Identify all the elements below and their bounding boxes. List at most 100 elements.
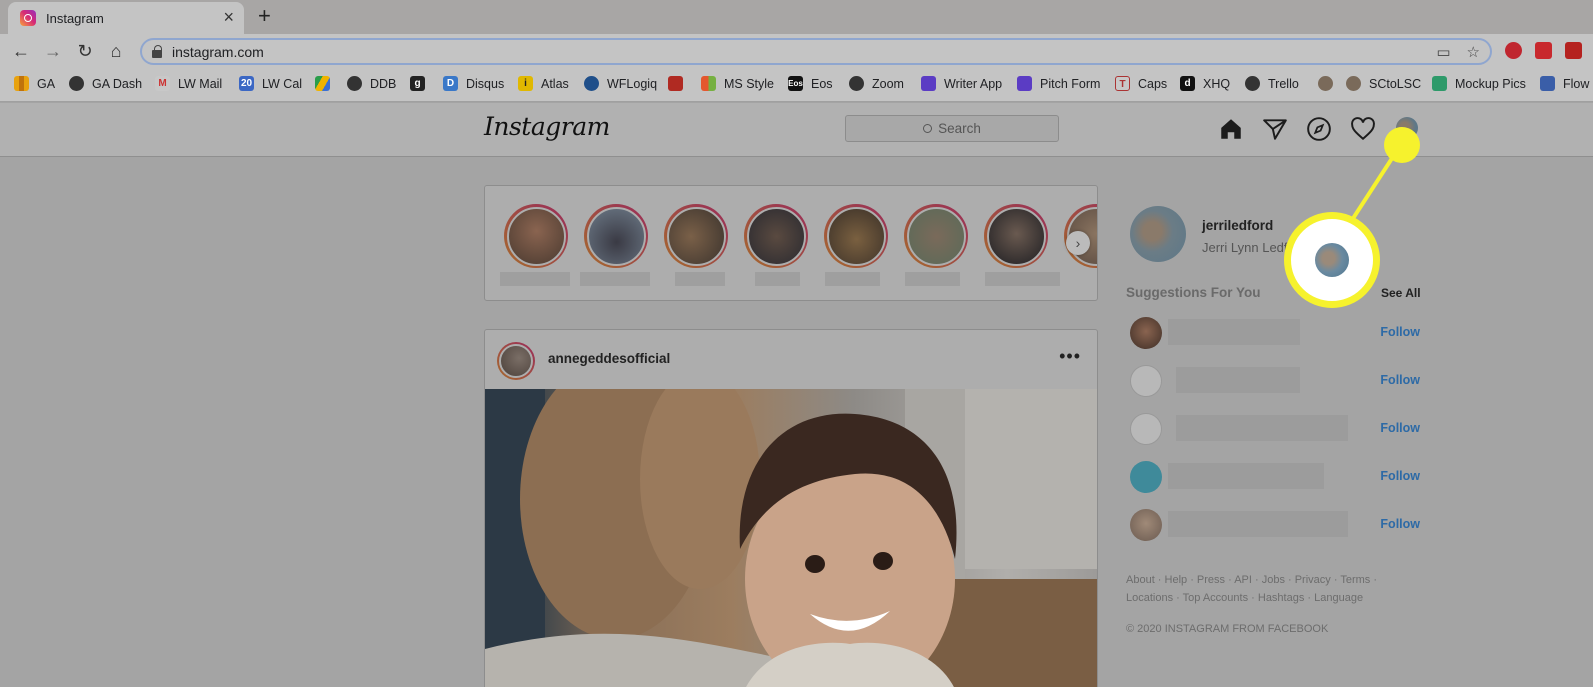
form-icon <box>1017 76 1032 91</box>
microsoft-icon <box>701 76 716 91</box>
footer-copyright: © 2020 INSTAGRAM FROM FACEBOOK <box>1126 623 1329 635</box>
tab-instagram[interactable]: Instagram × <box>8 2 244 34</box>
globe-icon <box>1245 76 1260 91</box>
story-avatar[interactable] <box>984 204 1048 268</box>
bookmark-lw-mail[interactable]: M LW Mail <box>155 76 222 91</box>
story-name-redacted <box>580 272 650 286</box>
bookmark-zoom[interactable]: Zoom <box>849 76 904 91</box>
address-bar[interactable]: instagram.com ▭ ☆ <box>140 38 1492 65</box>
url-text[interactable]: instagram.com <box>172 44 264 60</box>
bookmark-ddb[interactable]: DDB <box>347 76 396 91</box>
bookmark-xhq[interactable]: d XHQ <box>1180 76 1230 91</box>
story-avatar[interactable] <box>824 204 888 268</box>
story-avatar[interactable] <box>504 204 568 268</box>
follow-button[interactable]: Follow <box>1380 421 1420 435</box>
story-name-redacted <box>675 272 725 286</box>
pdf-icon <box>668 76 683 91</box>
bookmark-wflogiq[interactable]: WFLogiq <box>584 76 657 91</box>
calendar-icon: 20 <box>239 76 254 91</box>
current-username[interactable]: jerriledford <box>1202 218 1273 233</box>
bookmark-ga-dash[interactable]: GA Dash <box>69 76 142 91</box>
analytics-icon <box>14 76 29 91</box>
gmail-icon: M <box>155 76 170 91</box>
new-tab-icon[interactable]: + <box>258 3 271 29</box>
bookmark-atlas[interactable]: i Atlas <box>518 76 569 91</box>
bookmark-star-icon[interactable]: ☆ <box>1467 43 1480 61</box>
callout-magnifier <box>1284 212 1380 308</box>
bookmark-eos[interactable]: Eos Eos <box>788 76 833 91</box>
footer-links[interactable]: About · Help · Press · API · Jobs · Priv… <box>1126 571 1426 607</box>
flipboard-extension-icon[interactable] <box>1535 42 1552 59</box>
follow-button[interactable]: Follow <box>1380 517 1420 531</box>
story-name-redacted <box>500 272 570 286</box>
drive-icon <box>315 76 330 91</box>
follow-button[interactable]: Follow <box>1380 373 1420 387</box>
caps-icon: T <box>1115 76 1130 91</box>
tab-title: Instagram <box>46 10 104 26</box>
suggestion-row: Follow <box>1130 317 1420 351</box>
bookmark-pitch-form[interactable]: Pitch Form <box>1017 76 1100 91</box>
reload-icon[interactable]: ↻ <box>74 40 96 62</box>
bookmark-ga[interactable]: GA <box>14 76 55 91</box>
bookmark-trello[interactable]: Trello <box>1245 76 1299 91</box>
wflogiq-icon <box>584 76 599 91</box>
disqus-icon: D <box>443 76 458 91</box>
forward-arrow-icon[interactable]: → <box>42 40 64 62</box>
suggestion-name-redacted <box>1168 511 1348 537</box>
atlas-icon: i <box>518 76 533 91</box>
story-name-redacted <box>825 272 880 286</box>
bookmark-avatar[interactable] <box>1318 76 1341 91</box>
bookmark-writer-app[interactable]: Writer App <box>921 76 1002 91</box>
story-avatar[interactable] <box>664 204 728 268</box>
stories-tray: › <box>484 185 1098 301</box>
close-tab-icon[interactable]: × <box>223 8 234 26</box>
g-icon: g <box>410 76 425 91</box>
story-avatar[interactable] <box>584 204 648 268</box>
home-icon[interactable] <box>1218 116 1244 142</box>
bookmark-mockup-pics[interactable]: Mockup Pics <box>1432 76 1526 91</box>
post-username[interactable]: annegeddesofficial <box>548 351 670 366</box>
post-author-avatar[interactable] <box>497 342 535 380</box>
suggestion-name-redacted <box>1168 463 1324 489</box>
suggestion-avatar[interactable] <box>1130 413 1162 445</box>
pinterest-extension-icon[interactable] <box>1505 42 1522 59</box>
bookmark-ms-style[interactable]: MS Style <box>701 76 774 91</box>
search-input[interactable]: Search <box>845 115 1059 142</box>
bookmark-g[interactable]: g <box>410 76 433 91</box>
xhq-icon: d <box>1180 76 1195 91</box>
suggestion-avatar[interactable] <box>1130 461 1162 493</box>
pdf-extension-icon[interactable] <box>1565 42 1582 59</box>
follow-button[interactable]: Follow <box>1380 325 1420 339</box>
suggestion-avatar[interactable] <box>1130 365 1162 397</box>
bookmark-pdf[interactable] <box>668 76 691 91</box>
direct-message-icon[interactable] <box>1262 116 1288 142</box>
instagram-logo[interactable]: Instagram <box>484 112 610 141</box>
stories-next-chevron-icon[interactable]: › <box>1066 231 1090 255</box>
home-icon[interactable]: ⌂ <box>105 40 127 62</box>
post-photo-baby[interactable] <box>485 389 1097 687</box>
activity-heart-icon[interactable] <box>1350 116 1376 142</box>
bookmark-drive[interactable] <box>315 76 338 91</box>
follow-button[interactable]: Follow <box>1380 469 1420 483</box>
instagram-page: Instagram Search › annegeddesofficial •• <box>0 103 1593 687</box>
explore-compass-icon[interactable] <box>1306 116 1332 142</box>
cast-icon[interactable]: ▭ <box>1436 43 1450 61</box>
bookmark-sctolsc[interactable]: SCtoLSC <box>1346 76 1421 91</box>
current-user-avatar[interactable] <box>1130 206 1186 262</box>
story-avatar[interactable] <box>744 204 808 268</box>
see-all-link[interactable]: See All <box>1381 286 1421 300</box>
back-arrow-icon[interactable]: ← <box>10 40 32 62</box>
bookmark-lw-cal[interactable]: 20 LW Cal <box>239 76 302 91</box>
bookmark-flow[interactable]: Flow <box>1540 76 1589 91</box>
suggestion-row: Follow <box>1130 365 1420 399</box>
lock-icon <box>152 44 162 58</box>
suggestion-avatar[interactable] <box>1130 317 1162 349</box>
bookmark-caps[interactable]: T Caps <box>1115 76 1167 91</box>
more-options-icon[interactable]: ••• <box>1059 346 1081 367</box>
bookmark-disqus[interactable]: D Disqus <box>443 76 504 91</box>
story-avatar[interactable] <box>904 204 968 268</box>
tab-strip: Instagram × + <box>0 0 1593 34</box>
search-placeholder: Search <box>938 121 981 136</box>
suggestion-avatar[interactable] <box>1130 509 1162 541</box>
story-name-redacted <box>905 272 960 286</box>
